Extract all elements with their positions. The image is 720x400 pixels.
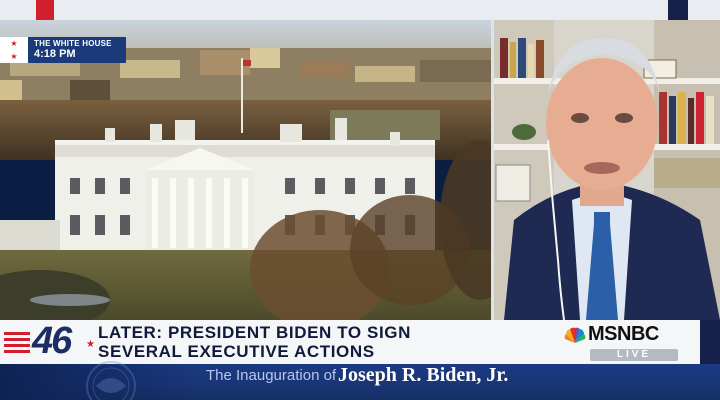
white-house-scene-image [0,20,493,320]
star-icon: ★ [10,51,18,61]
headline-line-2: SEVERAL EXECUTIVE ACTIONS [98,342,375,361]
inauguration-number: 46 [32,320,72,362]
presidential-seal-icon [86,361,136,400]
white-house-video-feed: ★ ★ THE WHITE HOUSE 4:18 PM [0,20,493,320]
lower-third-edge [700,320,720,364]
guest-image [494,20,720,320]
peacock-icon [564,327,586,343]
headline-line-1: LATER: PRESIDENT BIDEN TO SIGN [98,323,412,342]
event-ticker: The Inauguration of Joseph R. Biden, Jr. [0,361,720,400]
live-badge: LIVE [590,349,678,361]
top-graphics-strip [0,0,720,20]
red-star-icon: ★ [86,339,95,350]
location-tag: THE WHITE HOUSE 4:18 PM [28,37,126,63]
guest-video-feed [494,20,720,320]
broadcast-frame: ★ ★ THE WHITE HOUSE 4:18 PM 46 ★ LATER: … [0,0,720,400]
ticker-name: Joseph R. Biden, Jr. [338,364,509,386]
network-name: MSNBC [588,323,659,345]
ticker-prefix: The Inauguration of [206,367,337,384]
star-icon: ★ [10,38,18,48]
network-logo: MSNBC LIVE [562,323,686,361]
stars-decoration: ★ ★ [0,37,28,63]
top-navy-accent [668,0,688,20]
top-red-accent [36,0,54,20]
location-time-bug: ★ ★ THE WHITE HOUSE 4:18 PM [0,37,126,63]
lower-third-banner: 46 ★ LATER: PRESIDENT BIDEN TO SIGN SEVE… [0,320,720,364]
location-label: THE WHITE HOUSE [34,39,112,48]
time-label: 4:18 PM [34,48,76,60]
capitol-icon [4,332,30,353]
